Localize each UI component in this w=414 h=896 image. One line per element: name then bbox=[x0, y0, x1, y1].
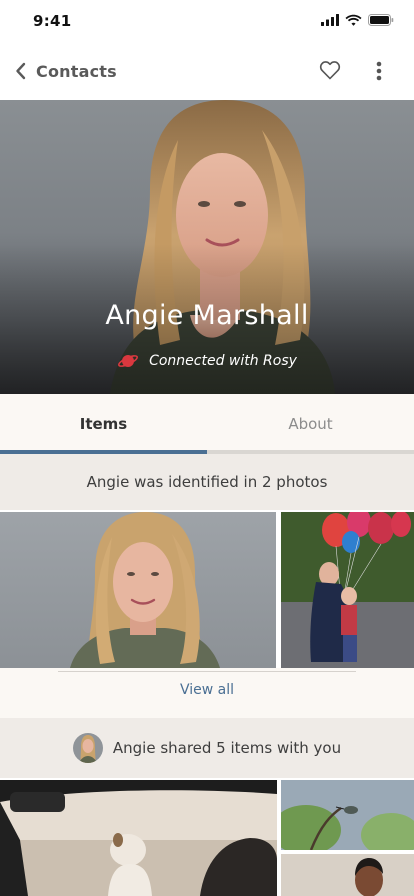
hummingbird-photo bbox=[281, 780, 414, 850]
back-label: Contacts bbox=[36, 61, 117, 81]
more-vertical-icon[interactable] bbox=[368, 58, 390, 84]
tab-about[interactable]: About bbox=[207, 394, 414, 454]
signal-icon bbox=[321, 14, 339, 26]
heart-icon[interactable] bbox=[318, 58, 342, 82]
balloons-photo bbox=[281, 512, 414, 668]
identified-photo[interactable] bbox=[281, 512, 414, 668]
shared-heading-text: Angie shared 5 items with you bbox=[112, 739, 342, 757]
car-dog-photo bbox=[0, 780, 277, 896]
wifi-icon bbox=[345, 14, 362, 26]
identified-photo-grid bbox=[0, 510, 414, 668]
status-time: 9:41 bbox=[33, 12, 72, 30]
view-all-area: View all bbox=[0, 668, 414, 718]
profile-hero: Angie Marshall Connected with Rosy bbox=[0, 100, 414, 394]
avatar-image bbox=[72, 733, 103, 763]
shared-heading: Angie shared 5 items with you bbox=[0, 718, 414, 778]
portrait-photo bbox=[70, 512, 220, 668]
status-bar: 9:41 bbox=[0, 0, 414, 44]
identified-heading-text: Angie was identified in 2 photos bbox=[86, 473, 328, 491]
status-icons bbox=[321, 14, 394, 26]
profile-name: Angie Marshall bbox=[105, 300, 309, 331]
man-photo bbox=[281, 854, 414, 896]
connection-label: Connected with Rosy bbox=[149, 353, 297, 369]
planet-icon bbox=[118, 355, 139, 367]
shared-item[interactable] bbox=[281, 854, 414, 896]
divider bbox=[58, 671, 356, 672]
avatar bbox=[72, 733, 103, 763]
shared-item[interactable] bbox=[281, 780, 414, 850]
connection-info: Connected with Rosy bbox=[0, 352, 414, 370]
chevron-left-icon bbox=[16, 62, 26, 80]
nav-bar: Contacts bbox=[0, 44, 414, 100]
shared-items-grid bbox=[0, 778, 414, 896]
identified-heading: Angie was identified in 2 photos bbox=[0, 454, 414, 510]
battery-icon bbox=[368, 14, 394, 26]
view-all-link[interactable]: View all bbox=[0, 682, 414, 698]
tab-items[interactable]: Items bbox=[0, 394, 207, 454]
profile-tabs: Items About bbox=[0, 394, 414, 454]
shared-item[interactable] bbox=[0, 780, 277, 896]
back-button[interactable]: Contacts bbox=[14, 56, 117, 86]
identified-photo[interactable] bbox=[0, 512, 276, 668]
